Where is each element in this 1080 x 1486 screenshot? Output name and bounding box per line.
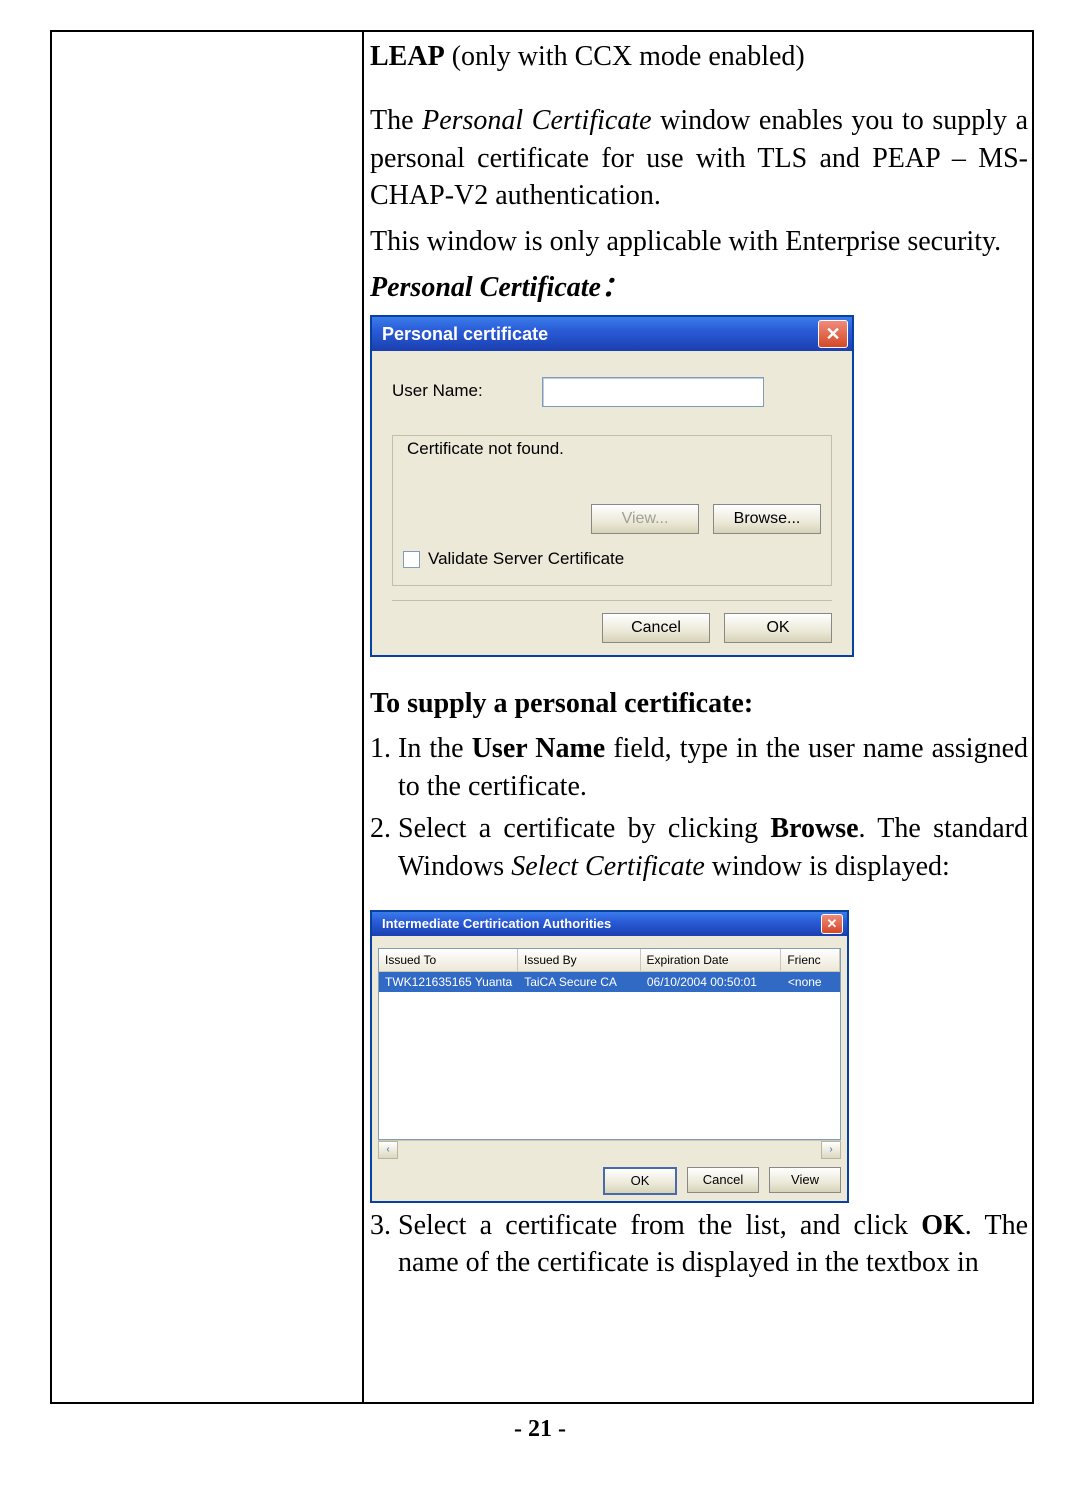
label-username: User Name: [392,380,542,403]
dialog-title: Intermediate Certirication Authorities [382,915,611,933]
table-row[interactable]: TWK121635165 Yuanta TaiCA Secure CA 06/1… [379,972,840,992]
dialog-titlebar[interactable]: Personal certificate ✕ [372,317,852,351]
paragraph-leap: LEAP (only with CCX mode enabled) [370,38,1028,76]
dialog-bottom-buttons: Cancel OK [392,600,832,643]
table-left-column [52,32,364,1402]
dialog-personal-certificate: Personal certificate ✕ User Name: Certif… [370,315,854,657]
certificate-list[interactable]: Issued To Issued By Expiration Date Frie… [378,948,841,1140]
dialog-titlebar[interactable]: Intermediate Certirication Authorities ✕ [372,912,847,936]
col-friendly[interactable]: Frienc [781,949,840,971]
row-username: User Name: [392,377,832,407]
heading-to-supply: To supply a personal certificate: [370,685,1028,723]
list-item: Select a certificate by clicking Browse.… [398,810,1028,886]
view-button[interactable]: View [769,1167,841,1193]
list-item: In the User Name field, type in the user… [398,730,1028,806]
col-issued-to[interactable]: Issued To [379,949,518,971]
view-button[interactable]: View... [591,504,699,534]
close-icon[interactable]: ✕ [821,914,843,934]
table-right-column: LEAP (only with CCX mode enabled) The Pe… [364,32,1032,1402]
scroll-right-icon[interactable]: › [821,1141,841,1159]
list-item: Select a certificate from the list, and … [398,1207,1028,1283]
dialog-intermediate-ca: Intermediate Certirication Authorities ✕… [370,910,849,1203]
dialog-title: Personal certificate [382,322,548,346]
steps-list-cont: Select a certificate from the list, and … [370,1207,1028,1283]
ok-button[interactable]: OK [724,613,832,643]
input-username[interactable] [542,377,764,407]
cancel-button[interactable]: Cancel [687,1167,759,1193]
content-table: LEAP (only with CCX mode enabled) The Pe… [50,30,1034,1404]
group-certificate: Certificate not found. View... Browse...… [392,435,832,586]
cancel-button[interactable]: Cancel [602,613,710,643]
text-leap: LEAP [370,41,445,72]
dialog-body: Issued To Issued By Expiration Date Frie… [372,936,847,1201]
col-expiration[interactable]: Expiration Date [641,949,782,971]
document-page: LEAP (only with CCX mode enabled) The Pe… [0,0,1080,1486]
row-validate: Validate Server Certificate [403,548,821,571]
label-cert-not-found: Certificate not found. [403,438,568,461]
close-icon[interactable]: ✕ [818,320,848,348]
checkbox-validate[interactable] [403,551,420,568]
label-validate: Validate Server Certificate [428,549,624,568]
col-issued-by[interactable]: Issued By [518,949,641,971]
paragraph-2: This window is only applicable with Ente… [370,223,1028,261]
ok-button[interactable]: OK [603,1167,677,1195]
list-header: Issued To Issued By Expiration Date Frie… [379,949,840,972]
steps-list: In the User Name field, type in the user… [370,730,1028,885]
heading-personal-certificate: Personal Certificate： [370,269,1028,307]
browse-button[interactable]: Browse... [713,504,821,534]
horizontal-scrollbar[interactable]: ‹ › [378,1140,841,1159]
paragraph-1: The Personal Certificate window enables … [370,102,1028,215]
dialog-body: User Name: Certificate not found. View..… [372,351,852,655]
page-number: - 21 - [50,1416,1030,1443]
text-leap-rest: (only with CCX mode enabled) [445,41,805,72]
scroll-left-icon[interactable]: ‹ [378,1141,398,1159]
